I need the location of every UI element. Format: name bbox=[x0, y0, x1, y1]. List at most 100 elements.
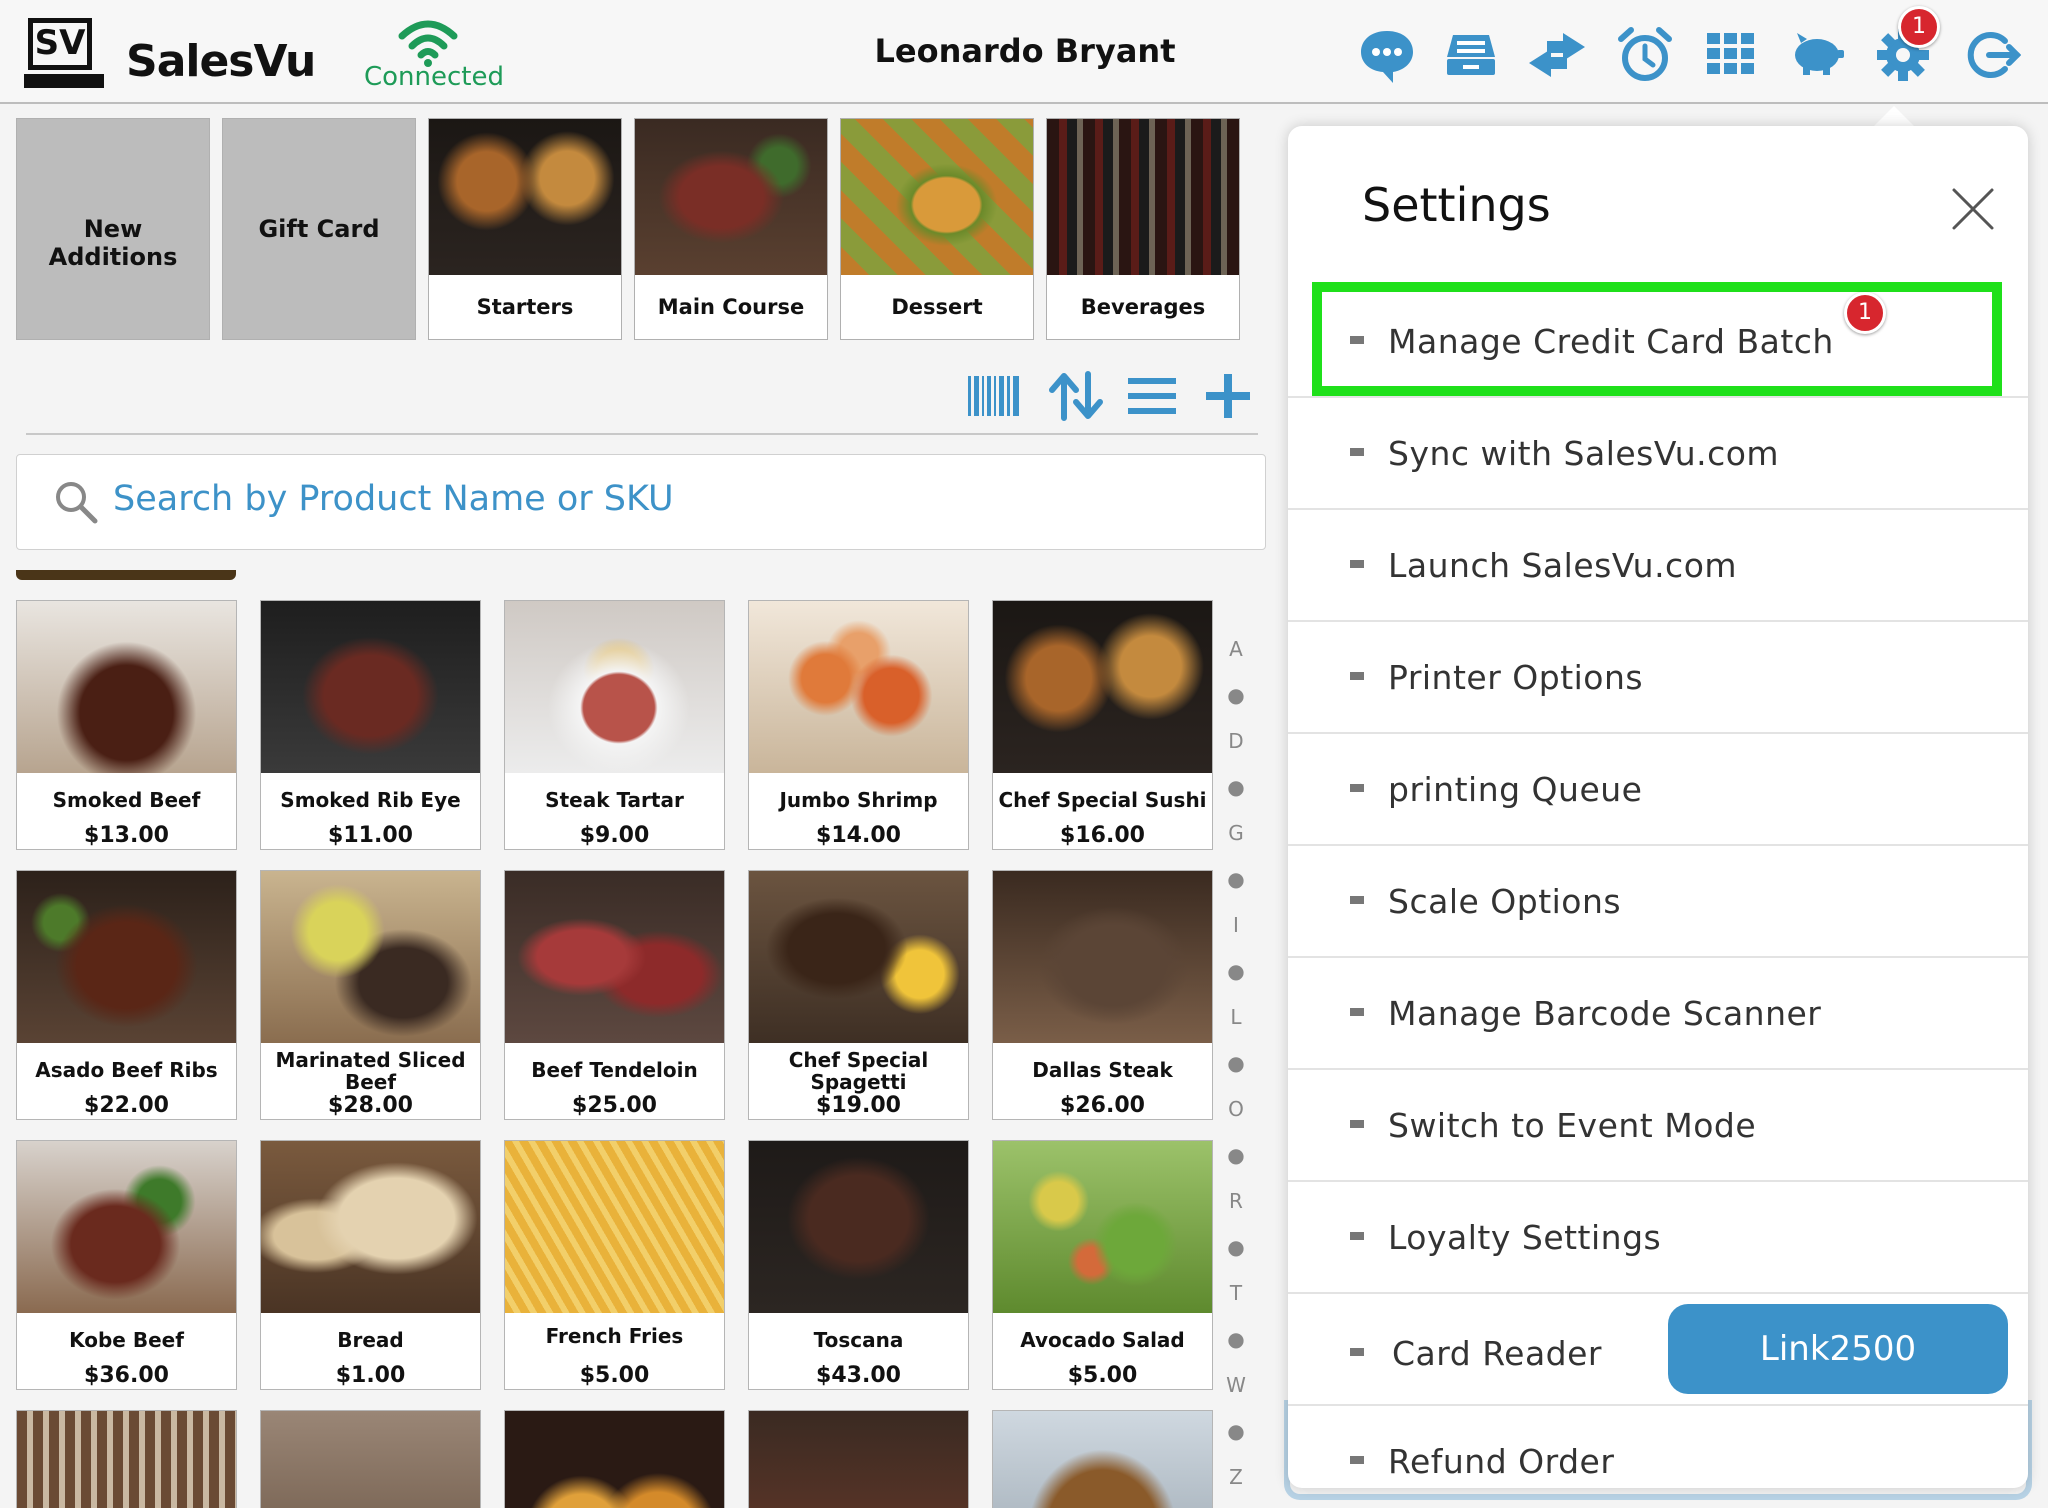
settings-item-label: Switch to Event Mode bbox=[1388, 1106, 1757, 1145]
category-gift-card[interactable]: Gift Card bbox=[222, 118, 416, 340]
product-name: Kobe Beef bbox=[69, 1328, 184, 1352]
settings-item-label: printing Queue bbox=[1388, 770, 1643, 809]
product-name: Dallas Steak bbox=[1032, 1058, 1173, 1082]
search-icon bbox=[56, 482, 98, 524]
add-icon[interactable] bbox=[1200, 370, 1256, 422]
product-toscana[interactable]: Toscana $43.00 bbox=[748, 1140, 969, 1390]
product-kobe-beef[interactable]: Kobe Beef $36.00 bbox=[16, 1140, 237, 1390]
transfer-button[interactable] bbox=[1524, 22, 1590, 88]
product-steak-tartar[interactable]: Steak Tartar $9.00 bbox=[504, 600, 725, 850]
product-name: Chef Special Sushi bbox=[998, 788, 1207, 812]
list-icon[interactable] bbox=[1124, 370, 1180, 422]
product-image bbox=[261, 1411, 480, 1508]
settings-item-label: Card Reader bbox=[1392, 1334, 1602, 1373]
grid-icon bbox=[1707, 33, 1754, 74]
settings-item-event-mode[interactable]: Switch to Event Mode bbox=[1288, 1070, 2028, 1182]
index-letter[interactable]: L bbox=[1224, 994, 1248, 1040]
alarm-button[interactable] bbox=[1612, 22, 1678, 88]
product-tile[interactable] bbox=[748, 1410, 969, 1508]
product-name: Avocado Salad bbox=[1020, 1328, 1185, 1352]
category-image bbox=[429, 119, 621, 275]
product-beef-tendeloin[interactable]: Beef Tendeloin $25.00 bbox=[504, 870, 725, 1120]
settings-item-refund-order[interactable]: Refund Order bbox=[1288, 1406, 2028, 1488]
product-asado-beef-ribs[interactable]: Asado Beef Ribs $22.00 bbox=[16, 870, 237, 1120]
chat-button[interactable] bbox=[1354, 22, 1420, 88]
index-letter[interactable]: T bbox=[1224, 1270, 1248, 1316]
settings-item-label: Scale Options bbox=[1388, 882, 1622, 921]
top-bar: SV SalesVu Connected Leonardo Bryant 1 bbox=[0, 0, 2048, 104]
product-tile[interactable] bbox=[260, 1410, 481, 1508]
category-dessert[interactable]: Dessert bbox=[840, 118, 1034, 340]
barcode-icon[interactable] bbox=[966, 370, 1022, 422]
index-letter[interactable]: R bbox=[1224, 1178, 1248, 1224]
product-name: Asado Beef Ribs bbox=[35, 1058, 218, 1082]
index-letter[interactable]: A bbox=[1224, 626, 1248, 672]
product-price: $1.00 bbox=[335, 1363, 406, 1388]
product-image bbox=[505, 1411, 724, 1508]
product-tile[interactable] bbox=[16, 1410, 237, 1508]
settings-item-label: Manage Barcode Scanner bbox=[1388, 994, 1822, 1033]
product-image bbox=[261, 601, 480, 773]
category-beverages[interactable]: Beverages bbox=[1046, 118, 1240, 340]
product-avocado-salad[interactable]: Avocado Salad $5.00 bbox=[992, 1140, 1213, 1390]
logout-button[interactable] bbox=[1958, 22, 2024, 88]
product-image bbox=[17, 1141, 236, 1313]
card-reader-link-button[interactable]: Link2500 bbox=[1668, 1304, 2008, 1394]
cash-drawer-button[interactable] bbox=[1438, 22, 1504, 88]
index-letter[interactable]: Z bbox=[1224, 1454, 1248, 1500]
settings-item-scale-options[interactable]: Scale Options bbox=[1288, 846, 2028, 958]
product-dallas-steak[interactable]: Dallas Steak $26.00 bbox=[992, 870, 1213, 1120]
apps-grid-button[interactable] bbox=[1698, 22, 1764, 88]
settings-item-launch[interactable]: Launch SalesVu.com bbox=[1288, 510, 2028, 622]
category-label: Gift Card bbox=[258, 215, 380, 243]
product-search-input[interactable]: Search by Product Name or SKU bbox=[16, 454, 1266, 550]
index-letter[interactable]: G bbox=[1224, 810, 1248, 856]
settings-item-label: Loyalty Settings bbox=[1388, 1218, 1662, 1257]
product-image bbox=[749, 601, 968, 773]
product-marinated-sliced-beef[interactable]: Marinated Sliced Beef $28.00 bbox=[260, 870, 481, 1120]
alarm-clock-icon bbox=[1618, 27, 1672, 81]
product-price: $22.00 bbox=[84, 1093, 169, 1118]
product-image bbox=[17, 1411, 236, 1508]
product-name: Toscana bbox=[813, 1328, 904, 1352]
close-icon[interactable] bbox=[1948, 184, 1998, 234]
settings-item-printer-options[interactable]: Printer Options bbox=[1288, 622, 2028, 734]
sort-icon[interactable] bbox=[1048, 370, 1104, 422]
alphabet-index[interactable]: A ● D ● G ● I ● L ● O ● R ● T ● W ● Z bbox=[1224, 626, 1248, 1500]
index-letter[interactable]: D bbox=[1224, 718, 1248, 764]
piggy-bank-button[interactable] bbox=[1784, 22, 1850, 88]
product-chef-special-sushi[interactable]: Chef Special Sushi $16.00 bbox=[992, 600, 1213, 850]
settings-item-printing-queue[interactable]: printing Queue bbox=[1288, 734, 2028, 846]
search-placeholder: Search by Product Name or SKU bbox=[113, 479, 674, 519]
category-label: New Additions bbox=[48, 215, 178, 271]
settings-item-loyalty[interactable]: Loyalty Settings bbox=[1288, 1182, 2028, 1294]
user-name: Leonardo Bryant bbox=[874, 32, 1176, 70]
product-smoked-beef[interactable]: Smoked Beef $13.00 bbox=[16, 600, 237, 850]
brand-name: SalesVu bbox=[126, 36, 316, 87]
highlight-box bbox=[1312, 282, 2002, 396]
product-tile[interactable] bbox=[992, 1410, 1213, 1508]
product-jumbo-shrimp[interactable]: Jumbo Shrimp $14.00 bbox=[748, 600, 969, 850]
product-image bbox=[261, 1141, 480, 1313]
category-new-additions[interactable]: New Additions bbox=[16, 118, 210, 340]
product-tile[interactable] bbox=[504, 1410, 725, 1508]
product-french-fries[interactable]: French Fries $5.00 bbox=[504, 1140, 725, 1390]
product-price: $36.00 bbox=[84, 1363, 169, 1388]
category-starters[interactable]: Starters bbox=[428, 118, 622, 340]
product-price: $16.00 bbox=[1060, 823, 1145, 848]
category-label: Starters bbox=[476, 295, 574, 319]
category-label: Dessert bbox=[891, 295, 983, 319]
category-main-course[interactable]: Main Course bbox=[634, 118, 828, 340]
index-letter[interactable]: I bbox=[1224, 902, 1248, 948]
logout-icon bbox=[1967, 32, 2021, 78]
product-image bbox=[993, 601, 1212, 773]
settings-item-barcode-scanner[interactable]: Manage Barcode Scanner bbox=[1288, 958, 2028, 1070]
index-letter[interactable]: W bbox=[1224, 1362, 1248, 1408]
index-letter[interactable]: O bbox=[1224, 1086, 1248, 1132]
product-smoked-rib-eye[interactable]: Smoked Rib Eye $11.00 bbox=[260, 600, 481, 850]
settings-item-sync[interactable]: Sync with SalesVu.com bbox=[1288, 398, 2028, 510]
product-bread[interactable]: Bread $1.00 bbox=[260, 1140, 481, 1390]
piggy-bank-icon bbox=[1795, 33, 1844, 75]
wifi-icon bbox=[398, 20, 458, 67]
product-chef-special-spagetti[interactable]: Chef Special Spagetti $19.00 bbox=[748, 870, 969, 1120]
